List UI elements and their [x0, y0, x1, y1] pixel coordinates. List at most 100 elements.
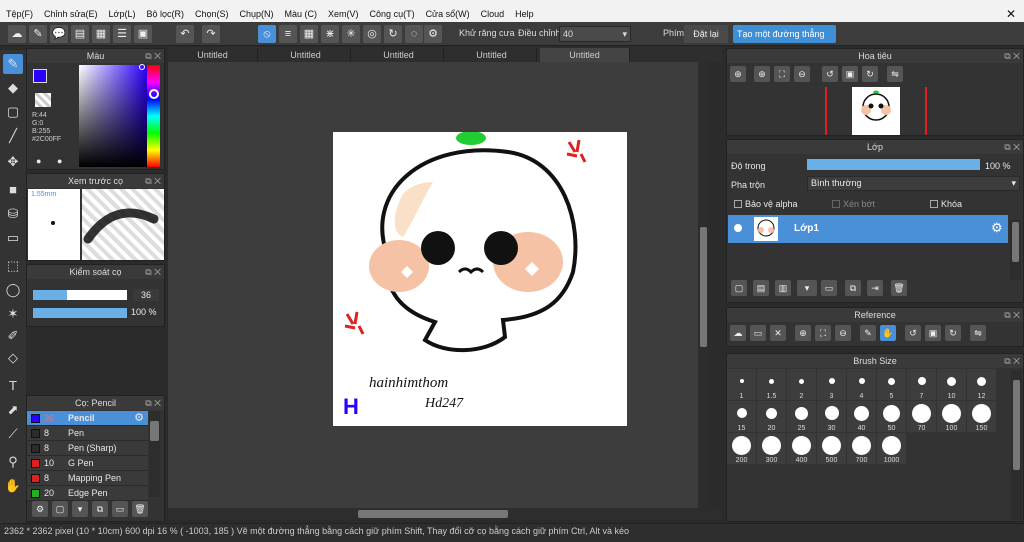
navigator-thumbnail[interactable] [852, 87, 900, 135]
hand-tool-icon[interactable]: ✋ [3, 476, 23, 496]
brush-size-cell[interactable]: 500 [817, 433, 846, 464]
crisscross-snap-icon[interactable]: ▦ [300, 25, 318, 43]
lasso-tool-icon[interactable]: ◯ [3, 280, 23, 300]
layer-opacity-slider[interactable] [807, 159, 980, 170]
panel-controls-icon[interactable]: ⧉ ✕ [145, 265, 161, 279]
menu-item[interactable]: Màu (C) [285, 9, 318, 19]
delete-layer-icon[interactable]: 🗑 [891, 280, 907, 296]
move-tool-icon[interactable]: ✥ [3, 152, 23, 172]
brush-tool-icon[interactable]: ✎ [3, 54, 23, 74]
fit-window-icon[interactable]: ▣ [842, 66, 858, 82]
ellipse-snap-icon[interactable]: ◌ [405, 25, 423, 43]
redo-icon[interactable]: ↷ [202, 25, 220, 43]
panel-controls-icon[interactable]: ⧉ ✕ [1004, 354, 1020, 368]
ref-hand-icon[interactable]: ✋ [880, 325, 896, 341]
new-8bit-layer-icon[interactable]: ▥ [775, 280, 791, 296]
brush-size-cell[interactable]: 3 [817, 369, 846, 400]
rect-select-icon[interactable]: ▢ [3, 102, 23, 122]
brush-size-cell[interactable]: 30 [817, 401, 846, 432]
size-slider[interactable] [33, 290, 127, 300]
ref-fit-icon[interactable]: ⛶ [815, 325, 831, 341]
opacity-slider[interactable] [33, 308, 127, 318]
new-halftone-layer-icon[interactable]: ▤ [753, 280, 769, 296]
tab-document[interactable]: Untitled [354, 48, 444, 62]
lock-checkbox[interactable] [930, 200, 938, 208]
menu-item[interactable]: Chỉnh sửa(E) [44, 9, 98, 19]
radial-snap-icon[interactable]: ✳ [342, 25, 360, 43]
menu-item[interactable]: Cloud [481, 9, 505, 19]
circle-snap-icon[interactable]: ◎ [363, 25, 381, 43]
layer-add-menu-icon[interactable]: ▾ [797, 280, 817, 296]
layer-row[interactable]: Lớp1 ⚙ [728, 215, 1008, 243]
panel-controls-icon[interactable]: ⧉ ✕ [1004, 49, 1020, 63]
menu-item[interactable]: Lớp(L) [109, 9, 136, 19]
canvas-hscrollbar[interactable] [168, 508, 722, 520]
brush-size-cell[interactable]: 200 [727, 433, 756, 464]
straight-line-button[interactable]: Tạo một đường thẳng [733, 25, 836, 43]
ref-eyedropper-icon[interactable]: ✎ [860, 325, 876, 341]
color-square[interactable] [79, 65, 147, 167]
correction-select[interactable]: 40 ▾ [559, 26, 631, 42]
brush-size-cell[interactable]: 1.5 [757, 369, 786, 400]
color-picker-icon[interactable]: ● [57, 156, 62, 166]
brush-size-cell[interactable]: 10 [937, 369, 966, 400]
magic-wand-icon[interactable]: ✶ [3, 304, 23, 324]
menu-item[interactable]: Tệp(F) [6, 9, 33, 19]
brush-size-cell[interactable]: 20 [757, 401, 786, 432]
brush-size-cell[interactable]: 2 [787, 369, 816, 400]
new-brush-icon[interactable]: ▢ [52, 501, 68, 517]
brush-item[interactable]: 8 Mapping Pen [27, 471, 148, 486]
rotate-right-icon[interactable]: ↻ [862, 66, 878, 82]
brush-delete-icon[interactable]: 🗑 [132, 501, 148, 517]
color-mode-icon[interactable]: ● [36, 156, 41, 166]
size-value[interactable]: 36 [133, 289, 159, 301]
shape-fill-icon[interactable]: ■ [3, 180, 23, 200]
ref-flip-icon[interactable]: ⇋ [970, 325, 986, 341]
text-tool-icon[interactable]: T [3, 376, 23, 396]
hue-handle[interactable] [149, 89, 159, 99]
brush-size-cell[interactable]: 150 [967, 401, 996, 432]
menu-item[interactable]: Công cụ(T) [370, 9, 415, 19]
new-layer-icon[interactable]: ▢ [731, 280, 747, 296]
color-picker-handle[interactable] [139, 64, 145, 70]
brush-size-cell[interactable]: 4 [847, 369, 876, 400]
blend-select[interactable]: Bình thường ▾ [807, 176, 1020, 191]
curve-snap-icon[interactable]: ↻ [384, 25, 402, 43]
tab-document[interactable]: Untitled [540, 48, 630, 62]
cloud-icon[interactable]: ☁ [8, 25, 26, 43]
brush-size-cell[interactable]: 15 [727, 401, 756, 432]
reset-button[interactable]: Đặt lại [684, 25, 728, 43]
menu-item[interactable]: Help [515, 9, 534, 19]
list-icon[interactable]: ☰ [113, 25, 131, 43]
operation-tool-icon[interactable]: ⬈ [3, 400, 23, 420]
select-eraser-icon[interactable]: ◇ [3, 348, 23, 368]
eye-icon[interactable] [734, 224, 742, 232]
panel-controls-icon[interactable]: ⧉ ✕ [1004, 140, 1020, 154]
brush-size-cell[interactable]: 100 [937, 401, 966, 432]
fit-icon[interactable]: ⛶ [774, 66, 790, 82]
brush-mode-icon[interactable]: ✎ [29, 25, 47, 43]
ref-rotate-right-icon[interactable]: ↻ [945, 325, 961, 341]
gradient-tool-icon[interactable]: ▭ [3, 228, 23, 248]
brush-size-cell[interactable]: 700 [847, 433, 876, 464]
eraser-tool-icon[interactable]: ◆ [3, 78, 23, 98]
layer-scrollbar[interactable] [1010, 220, 1021, 280]
snap-off-icon[interactable]: ⦸ [258, 25, 276, 43]
rotate-left-icon[interactable]: ↺ [822, 66, 838, 82]
tab-document[interactable]: Untitled [168, 48, 258, 62]
comment-icon[interactable]: 💬 [50, 25, 68, 43]
brush-item[interactable]: 8 Pen [27, 426, 148, 441]
brush-menu-icon[interactable]: ▾ [72, 501, 88, 517]
panel-controls-icon[interactable]: ⧉ ✕ [145, 396, 161, 410]
tab-document[interactable]: Untitled [447, 48, 537, 62]
vanishing-snap-icon[interactable]: ⋇ [321, 25, 339, 43]
brush-copy-icon[interactable]: ⧉ [92, 501, 108, 517]
undo-icon[interactable]: ↶ [176, 25, 194, 43]
panel-controls-icon[interactable]: ⧉ ✕ [145, 174, 161, 188]
ref-open-icon[interactable]: ▭ [750, 325, 766, 341]
brush-settings-icon[interactable]: ⚙ [32, 501, 48, 517]
select-tool-icon[interactable]: ⬚ [3, 256, 23, 276]
brush-settings-icon[interactable]: ⚙ [134, 411, 144, 426]
window-close-icon[interactable]: ✕ [1003, 6, 1019, 22]
grid-icon[interactable]: ▦ [92, 25, 110, 43]
